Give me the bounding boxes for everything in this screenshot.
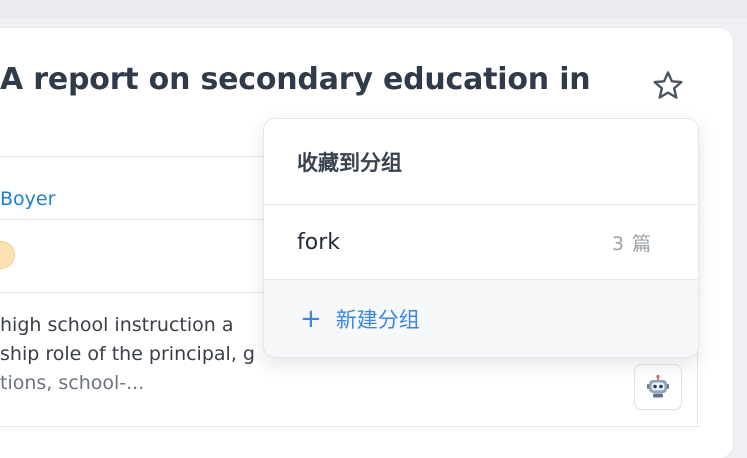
favorite-group-popover: 收藏到分组 fork 3 篇 + 新建分组 [263,118,699,358]
robot-icon [647,374,669,398]
top-strip [0,0,747,18]
group-name: fork [297,229,340,255]
new-group-label: 新建分组 [335,307,420,332]
ai-assistant-button[interactable] [634,364,682,410]
group-count: 3 篇 [611,232,652,255]
group-item-fork[interactable]: fork 3 篇 [264,205,698,280]
author-link[interactable]: Boyer [0,188,55,210]
star-icon[interactable] [648,66,688,106]
new-group-button[interactable]: + 新建分组 [264,280,698,357]
plus-icon: + [300,303,322,334]
divider [0,426,700,427]
paper-title[interactable]: A report on secondary education in [0,62,591,97]
popover-title: 收藏到分组 [264,119,698,205]
abstract-line: tions, school-... [0,372,145,394]
